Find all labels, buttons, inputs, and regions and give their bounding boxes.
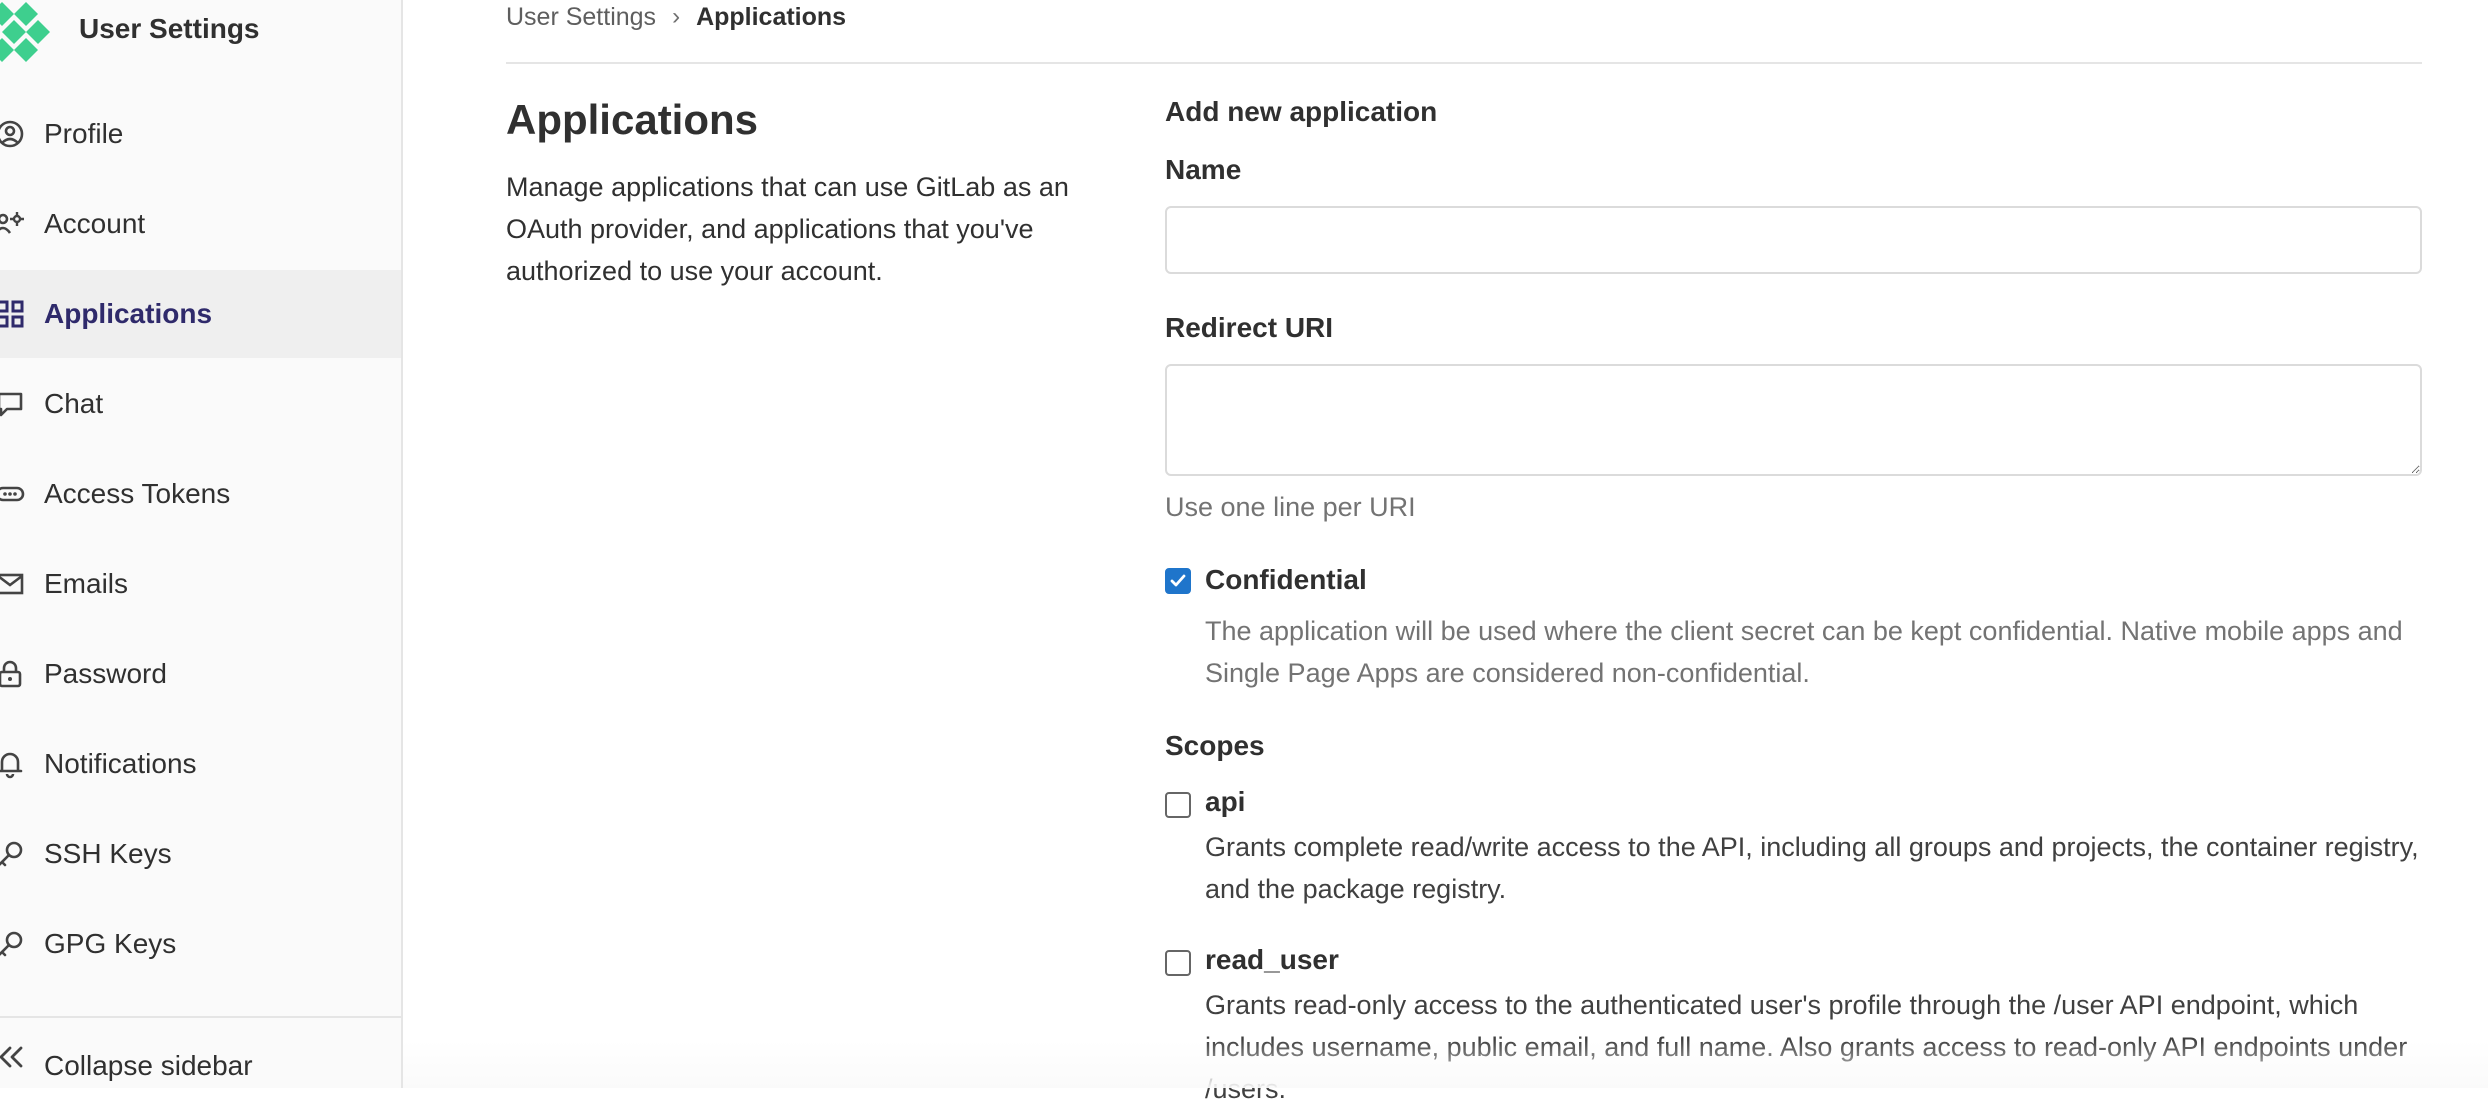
sidebar-item-label: Chat	[44, 388, 104, 419]
sidebar-divider	[0, 1016, 401, 1018]
breadcrumb-divider	[506, 62, 2422, 64]
applications-icon	[0, 298, 26, 330]
scopes-heading: Scopes	[1165, 730, 1265, 761]
sidebar-item-access-tokens[interactable]: Access Tokens	[0, 450, 401, 538]
sidebar-item-label: Profile	[44, 118, 124, 149]
profile-icon	[0, 118, 26, 150]
sidebar-item-label: SSH Keys	[44, 838, 172, 869]
double-chevron-left-icon	[0, 1046, 23, 1068]
breadcrumb-current-link[interactable]: Applications	[696, 3, 846, 32]
sidebar-item-ssh-keys[interactable]: SSH Keys	[0, 810, 401, 898]
confidential-label[interactable]: Confidential	[1205, 564, 1367, 596]
confidential-checkbox[interactable]	[1165, 568, 1191, 594]
page-title: Applications	[506, 96, 759, 143]
chat-icon	[0, 388, 26, 420]
collapse-sidebar-label: Collapse sidebar	[44, 1050, 253, 1081]
sidebar-item-label: Notifications	[44, 748, 197, 779]
sidebar-item-account[interactable]: Account	[0, 180, 401, 268]
confidential-description: The application will be used where the c…	[1205, 616, 2403, 688]
key-icon	[0, 928, 26, 960]
sidebar-item-label: Account	[44, 208, 146, 239]
scope-read-user-description: Grants read-only access to the authentic…	[1205, 990, 2408, 1104]
scope-read-user-checkbox[interactable]	[1165, 950, 1191, 976]
scope-api-label[interactable]: api	[1205, 786, 1245, 818]
sidebar-item-gpg-keys[interactable]: GPG Keys	[0, 900, 401, 988]
scope-read-user-label[interactable]: read_user	[1205, 944, 1339, 976]
sidebar-item-label: Applications	[44, 298, 213, 329]
redirect-uri-label: Redirect URI	[1165, 312, 1334, 343]
sidebar-item-chat[interactable]: Chat	[0, 360, 401, 448]
scope-api-description: Grants complete read/write access to the…	[1205, 832, 2419, 904]
scope-api-checkbox[interactable]	[1165, 792, 1191, 818]
sidebar-item-label: Emails	[44, 568, 129, 599]
sidebar-item-applications[interactable]: Applications	[0, 270, 401, 358]
sidebar-item-emails[interactable]: Emails	[0, 540, 401, 628]
avatar-identicon-icon	[0, 2, 50, 62]
breadcrumb-separator-icon: ›	[672, 3, 681, 30]
sidebar-item-profile[interactable]: Profile	[0, 90, 401, 178]
lock-icon	[0, 658, 26, 690]
checkmark-icon	[1170, 574, 1186, 587]
mail-icon	[0, 568, 26, 600]
sidebar-item-label: Password	[44, 658, 167, 689]
form-heading: Add new application	[1165, 96, 1438, 127]
breadcrumb: User Settings › Applications	[506, 0, 846, 34]
sidebar-header: User Settings	[0, 0, 401, 62]
sidebar-title[interactable]: User Settings	[79, 13, 260, 45]
sidebar: User Settings Profile Account Applicatio…	[0, 0, 403, 1088]
key-icon	[0, 838, 26, 870]
sidebar-item-password[interactable]: Password	[0, 630, 401, 718]
page-description: Manage applications that can use GitLab …	[506, 172, 1069, 286]
redirect-uri-help: Use one line per URI	[1165, 492, 1416, 522]
sidebar-item-notifications[interactable]: Notifications	[0, 720, 401, 808]
redirect-uri-textarea[interactable]	[1165, 364, 2422, 476]
bell-icon	[0, 748, 26, 780]
name-label: Name	[1165, 154, 1242, 185]
token-icon	[0, 478, 26, 510]
account-icon	[0, 208, 26, 240]
collapse-sidebar-button[interactable]: Collapse sidebar	[0, 1024, 401, 1088]
sidebar-item-label: Access Tokens	[44, 478, 231, 509]
sidebar-item-label: GPG Keys	[44, 928, 177, 959]
name-input[interactable]	[1165, 206, 2422, 274]
breadcrumb-parent-link[interactable]: User Settings	[506, 3, 656, 32]
